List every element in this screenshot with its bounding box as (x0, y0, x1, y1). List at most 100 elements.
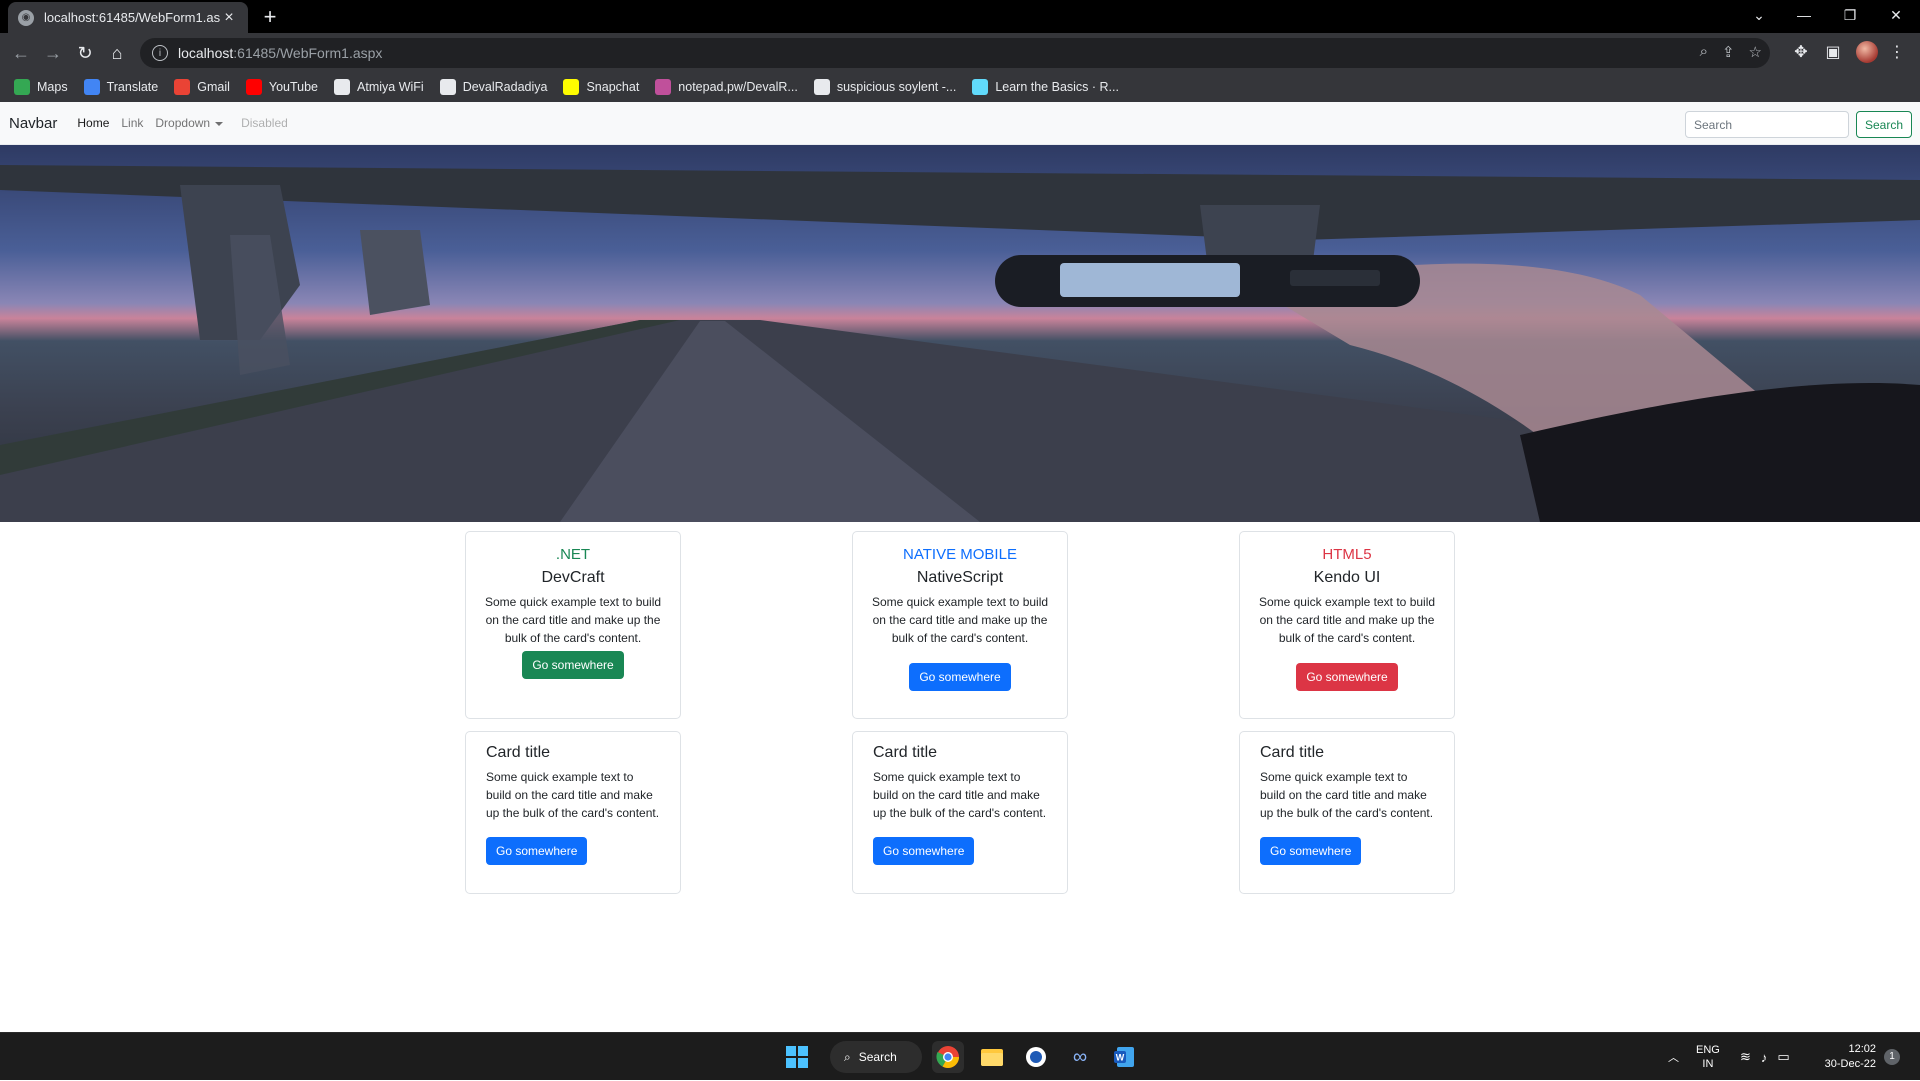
globe-icon: ◉ (18, 9, 34, 26)
minimize-icon[interactable]: — (1782, 0, 1826, 30)
bookmark-label: Translate (106, 80, 159, 94)
card-text: Some quick example text to build on the … (873, 770, 1047, 820)
bookmark-item[interactable]: DevalRadadiya (439, 79, 547, 95)
bird-icon (813, 79, 830, 95)
language-indicator[interactable]: ENG IN (1696, 1033, 1720, 1081)
home-icon[interactable]: ⌂ (106, 42, 128, 64)
zoom-icon[interactable]: ⌕ (1700, 43, 1708, 61)
globe-icon (334, 79, 351, 95)
restore-icon[interactable]: ❐ (1828, 0, 1872, 30)
share-icon[interactable]: ⇪ (1722, 43, 1735, 61)
card-text: Some quick example text to build on the … (486, 770, 660, 820)
gmail-icon (174, 79, 191, 95)
url-host: localhost (178, 45, 234, 61)
card-subtitle: NATIVE MOBILE (903, 546, 1017, 563)
card-title: Card title (873, 744, 938, 761)
nav-dropdown-label: Dropdown (155, 116, 211, 130)
card-basic: Card title Some quick example text to bu… (852, 731, 1068, 894)
card-title: DevCraft (541, 569, 605, 586)
extensions-icon[interactable]: ✥ (1790, 42, 1812, 62)
side-panel-icon[interactable]: ▣ (1822, 42, 1844, 62)
go-somewhere-button[interactable]: Go somewhere (522, 651, 624, 679)
go-somewhere-button[interactable]: Go somewhere (486, 837, 588, 865)
clock[interactable]: 12:02 30-Dec-22 (1816, 1033, 1876, 1081)
app-icon[interactable] (1020, 1041, 1052, 1073)
bookmark-item[interactable]: Atmiya WiFi (334, 79, 424, 95)
svg-text:W: W (1116, 1053, 1125, 1063)
bookmark-item[interactable]: Gmail (174, 79, 230, 95)
card-basic: Card title Some quick example text to bu… (465, 731, 681, 894)
back-icon[interactable]: ← (10, 42, 32, 64)
translate-icon (83, 79, 100, 95)
windows-start-icon[interactable] (781, 1041, 813, 1073)
snapchat-icon (563, 79, 580, 95)
battery-icon: ▭ (1777, 1049, 1790, 1064)
card-basic: Card title Some quick example text to bu… (1239, 731, 1455, 894)
notepad-icon (655, 79, 672, 95)
bookmark-label: YouTube (268, 80, 319, 94)
word-icon[interactable]: W (1108, 1041, 1140, 1073)
clock-date: 30-Dec-22 (1824, 1058, 1876, 1070)
bookmark-label: Learn the Basics · R... (995, 80, 1119, 94)
card-subtitle: HTML5 (1322, 546, 1372, 563)
bookmark-label: notepad.pw/DevalR... (678, 80, 798, 94)
bookmark-label: Snapchat (586, 80, 640, 94)
nav-link-home[interactable]: Home (77, 116, 109, 130)
language-code: ENG (1696, 1044, 1720, 1056)
search-button[interactable]: Search (1856, 111, 1912, 138)
menu-icon[interactable]: ⋮ (1886, 42, 1908, 62)
close-window-icon[interactable]: ✕ (1874, 0, 1918, 30)
go-somewhere-button[interactable]: Go somewhere (909, 663, 1011, 691)
chevron-down-icon[interactable]: ⌄ (1737, 0, 1781, 30)
taskbar-search-label: Search (858, 1050, 897, 1064)
nav-link-link[interactable]: Link (121, 116, 143, 130)
browser-tab[interactable]: ◉ localhost:61485/WebForm1.aspx × (8, 2, 248, 33)
region-code: IN (1702, 1058, 1714, 1070)
bookmark-item[interactable]: notepad.pw/DevalR... (655, 79, 798, 95)
info-icon[interactable]: i (152, 45, 168, 61)
hero-photo (0, 165, 1920, 522)
web-page: Navbar Home Link Dropdown Disabled Searc… (0, 102, 1920, 1032)
nav-link-disabled: Disabled (241, 116, 288, 130)
tray-chevron-icon[interactable]: ︿ (1668, 1033, 1679, 1081)
address-bar[interactable]: i localhost:61485/WebForm1.aspx ⌕ ⇪ ☆ (140, 38, 1770, 68)
volume-icon: ♪ (1760, 1049, 1768, 1065)
reload-icon[interactable]: ↻ (74, 42, 96, 64)
taskbar-search[interactable]: ⌕ Search (830, 1041, 922, 1073)
new-tab-button[interactable]: + (258, 5, 282, 29)
card-html5: HTML5 Kendo UI Some quick example text t… (1239, 531, 1455, 719)
navbar-brand[interactable]: Navbar (9, 115, 57, 132)
card-text: Some quick example text to build on the … (484, 595, 662, 645)
card-text: Some quick example text to build on the … (1260, 770, 1434, 820)
avatar[interactable] (1856, 41, 1878, 63)
notification-badge[interactable]: 1 (1884, 1033, 1900, 1081)
infinity-app-icon[interactable]: ∞ (1064, 1041, 1096, 1073)
bookmark-item[interactable]: YouTube (245, 79, 319, 95)
card-title: NativeScript (916, 569, 1004, 586)
nav-dropdown[interactable]: Dropdown (155, 116, 224, 130)
card-title: Card title (1260, 744, 1325, 761)
bookmark-label: Atmiya WiFi (357, 80, 424, 94)
forward-icon[interactable]: → (42, 42, 64, 64)
site-navbar: Navbar Home Link Dropdown Disabled Searc… (0, 102, 1920, 145)
url-path: :61485/WebForm1.aspx (233, 45, 383, 61)
hero-image (0, 145, 1920, 522)
bookmark-item[interactable]: Translate (83, 79, 159, 95)
bookmark-item[interactable]: Learn the Basics · R... (972, 79, 1119, 95)
go-somewhere-button[interactable]: Go somewhere (873, 837, 975, 865)
card-title: Kendo UI (1313, 569, 1381, 586)
bookmark-label: suspicious soylent -... (836, 80, 957, 94)
file-explorer-icon[interactable] (976, 1041, 1008, 1073)
star-icon[interactable]: ☆ (1749, 43, 1762, 61)
bookmark-item[interactable]: Maps (14, 79, 68, 95)
close-tab-icon[interactable]: × (220, 9, 238, 27)
go-somewhere-button[interactable]: Go somewhere (1296, 663, 1398, 691)
system-tray-icons[interactable]: ≋ ♪ ▭ (1740, 1033, 1790, 1081)
bookmark-item[interactable]: Snapchat (563, 79, 639, 95)
bookmark-label: Maps (37, 80, 68, 94)
go-somewhere-button[interactable]: Go somewhere (1260, 837, 1362, 865)
bookmark-item[interactable]: suspicious soylent -... (813, 79, 957, 95)
chrome-icon[interactable] (932, 1041, 964, 1073)
wifi-icon: ≋ (1740, 1049, 1751, 1064)
search-input[interactable] (1685, 111, 1849, 138)
